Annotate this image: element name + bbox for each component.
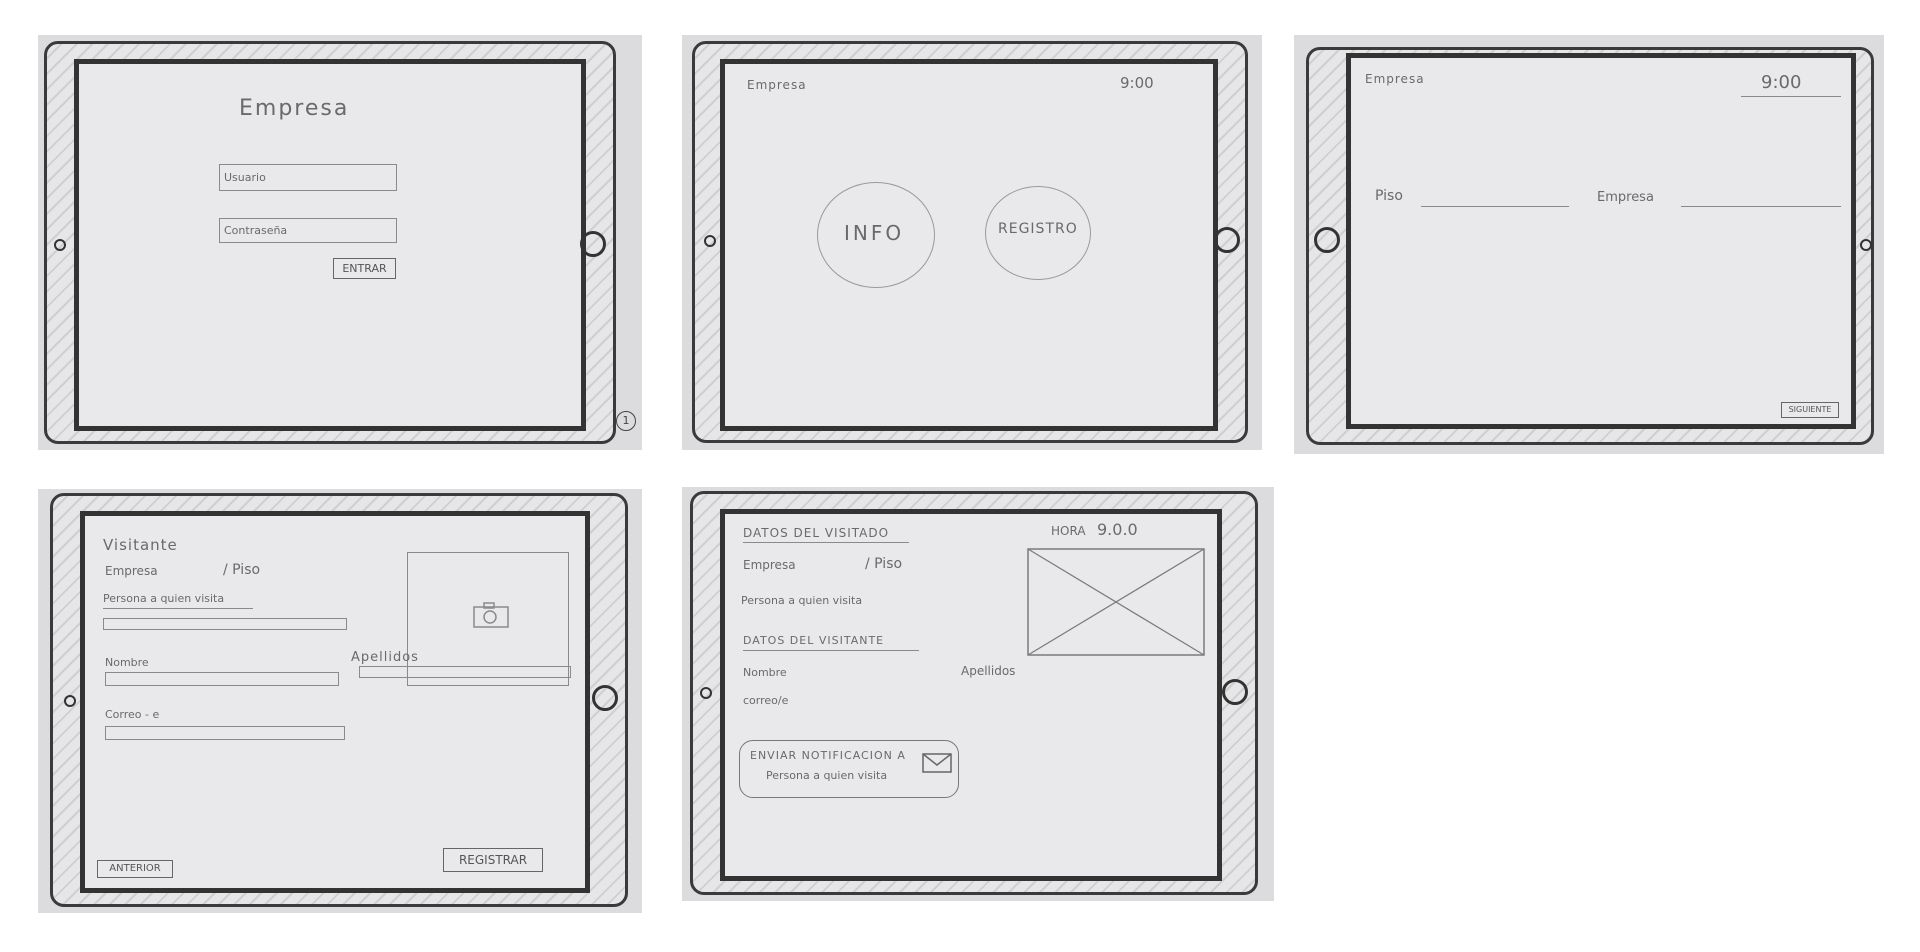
camera-dot-icon xyxy=(54,239,66,251)
sketch-login: Empresa Usuario Contraseña ENTRAR 1 xyxy=(38,35,642,450)
person-label: Persona a quien visita xyxy=(103,592,225,605)
camera-dot-icon xyxy=(704,235,716,247)
company-text: Empresa xyxy=(743,558,796,572)
email-label: correo/e xyxy=(743,694,789,707)
name-label: Nombre xyxy=(105,656,149,669)
next-button[interactable]: SIGUIENTE xyxy=(1781,402,1839,418)
tablet-screen: Empresa Usuario Contraseña ENTRAR xyxy=(74,59,586,431)
person-input[interactable] xyxy=(103,618,347,630)
tablet-screen: Datos del visitado Hora 9.0.0 Empresa / … xyxy=(720,509,1222,881)
notify-button[interactable]: Enviar notificacion a Persona a quien vi… xyxy=(739,740,959,798)
visitor-heading: Datos del visitante xyxy=(743,634,885,647)
sketch-floor-company: Empresa 9:00 Piso Empresa SIGUIENTE xyxy=(1294,35,1884,454)
username-input[interactable]: Usuario xyxy=(219,164,397,191)
email-input[interactable] xyxy=(105,726,345,740)
sketch-visitor-form: Visitante Empresa / Piso Persona a quien… xyxy=(38,489,642,913)
visited-heading-underline xyxy=(743,542,909,543)
camera-dot-icon xyxy=(64,695,76,707)
company-text: Empresa xyxy=(105,564,158,578)
notify-line1: Enviar notificacion a xyxy=(750,749,906,762)
camera-dot-icon xyxy=(700,687,712,699)
visitor-photo xyxy=(1027,548,1205,656)
floor-field[interactable] xyxy=(1421,206,1569,207)
time-label: 9.0.0 xyxy=(1097,520,1138,539)
floor-text: / Piso xyxy=(223,562,261,578)
company-label: Empresa xyxy=(1365,72,1425,86)
lastname-label: Apellidos xyxy=(351,650,419,665)
register-button[interactable]: REGISTRAR xyxy=(443,848,543,872)
tablet-screen: Visitante Empresa / Piso Persona a quien… xyxy=(80,511,590,893)
home-button-icon xyxy=(1314,227,1340,253)
time-label: 9:00 xyxy=(1120,74,1154,92)
home-button-icon xyxy=(1222,679,1248,705)
person-label-underline xyxy=(103,608,253,609)
hour-label: Hora xyxy=(1051,524,1086,538)
company-label: Empresa xyxy=(747,78,807,92)
info-button[interactable]: INFO xyxy=(817,182,935,288)
notify-line2: Persona a quien visita xyxy=(766,769,888,782)
register-label: REGISTRO xyxy=(998,221,1078,237)
page-title: Empresa xyxy=(239,96,350,121)
company-field[interactable] xyxy=(1681,206,1841,207)
lastname-input[interactable] xyxy=(359,666,571,678)
time-underline xyxy=(1741,96,1841,97)
home-button-icon xyxy=(592,685,618,711)
time-label: 9:00 xyxy=(1761,72,1802,93)
info-label: INFO xyxy=(844,221,905,245)
page-number: 1 xyxy=(622,414,630,427)
company-field-label: Empresa xyxy=(1597,190,1654,205)
camera-dot-icon xyxy=(1860,239,1872,251)
email-label: Correo - e xyxy=(105,708,160,721)
camera-icon xyxy=(472,601,510,629)
floor-label: Piso xyxy=(1375,188,1403,204)
floor-text: / Piso xyxy=(865,556,903,572)
name-input[interactable] xyxy=(105,672,339,686)
visitor-heading: Visitante xyxy=(103,536,178,554)
name-label: Nombre xyxy=(743,666,787,679)
enter-button[interactable]: ENTRAR xyxy=(333,258,396,279)
lastname-label: Apellidos xyxy=(961,664,1016,678)
register-button[interactable]: REGISTRO xyxy=(985,186,1091,280)
visitor-heading-underline xyxy=(743,650,919,651)
sketch-home: Empresa 9:00 INFO REGISTRO xyxy=(682,35,1262,450)
username-placeholder: Usuario xyxy=(224,171,266,184)
home-button-icon xyxy=(580,231,606,257)
person-visited-text: Persona a quien visita xyxy=(741,594,863,607)
visited-heading: Datos del visitado xyxy=(743,526,890,540)
envelope-icon xyxy=(922,753,952,773)
home-button-icon xyxy=(1214,227,1240,253)
password-placeholder: Contraseña xyxy=(224,224,288,237)
previous-button[interactable]: ANTERIOR xyxy=(97,860,173,878)
tablet-screen: Empresa 9:00 INFO REGISTRO xyxy=(720,59,1218,431)
sketch-confirmation: Datos del visitado Hora 9.0.0 Empresa / … xyxy=(682,487,1274,901)
page-number-badge: 1 xyxy=(616,411,636,431)
password-input[interactable]: Contraseña xyxy=(219,218,397,243)
tablet-screen: Empresa 9:00 Piso Empresa SIGUIENTE xyxy=(1346,53,1856,429)
